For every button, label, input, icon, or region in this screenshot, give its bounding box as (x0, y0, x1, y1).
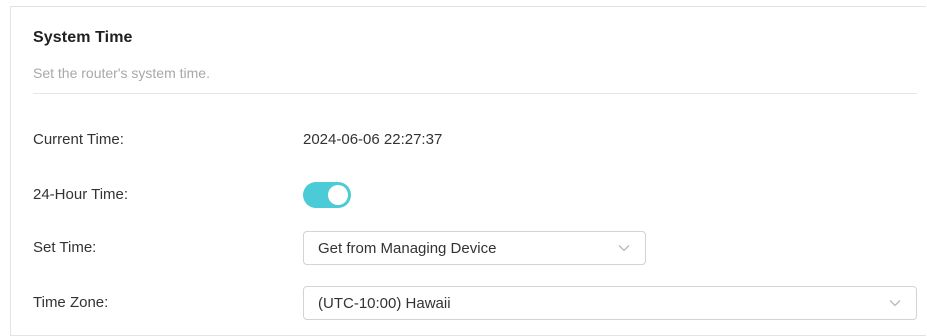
chevron-down-icon (889, 300, 901, 307)
set-time-label: Set Time: (33, 239, 97, 256)
set-time-selected: Get from Managing Device (318, 240, 497, 257)
time-zone-selected: (UTC-10:00) Hawaii (318, 295, 451, 312)
section-subtitle: Set the router's system time. (33, 65, 210, 81)
time-zone-select[interactable]: (UTC-10:00) Hawaii (303, 286, 917, 320)
current-time-label: Current Time: (33, 131, 124, 148)
time-zone-label: Time Zone: (33, 294, 109, 311)
current-time-value: 2024-06-06 22:27:37 (303, 131, 443, 148)
toggle-knob (328, 185, 348, 205)
section-title: System Time (33, 29, 133, 46)
set-time-select[interactable]: Get from Managing Device (303, 231, 646, 265)
section-divider (33, 93, 917, 94)
chevron-down-icon (618, 245, 630, 252)
system-time-panel: System Time Set the router's system time… (10, 6, 926, 336)
hour24-label: 24-Hour Time: (33, 186, 129, 203)
hour24-toggle[interactable] (303, 182, 351, 208)
